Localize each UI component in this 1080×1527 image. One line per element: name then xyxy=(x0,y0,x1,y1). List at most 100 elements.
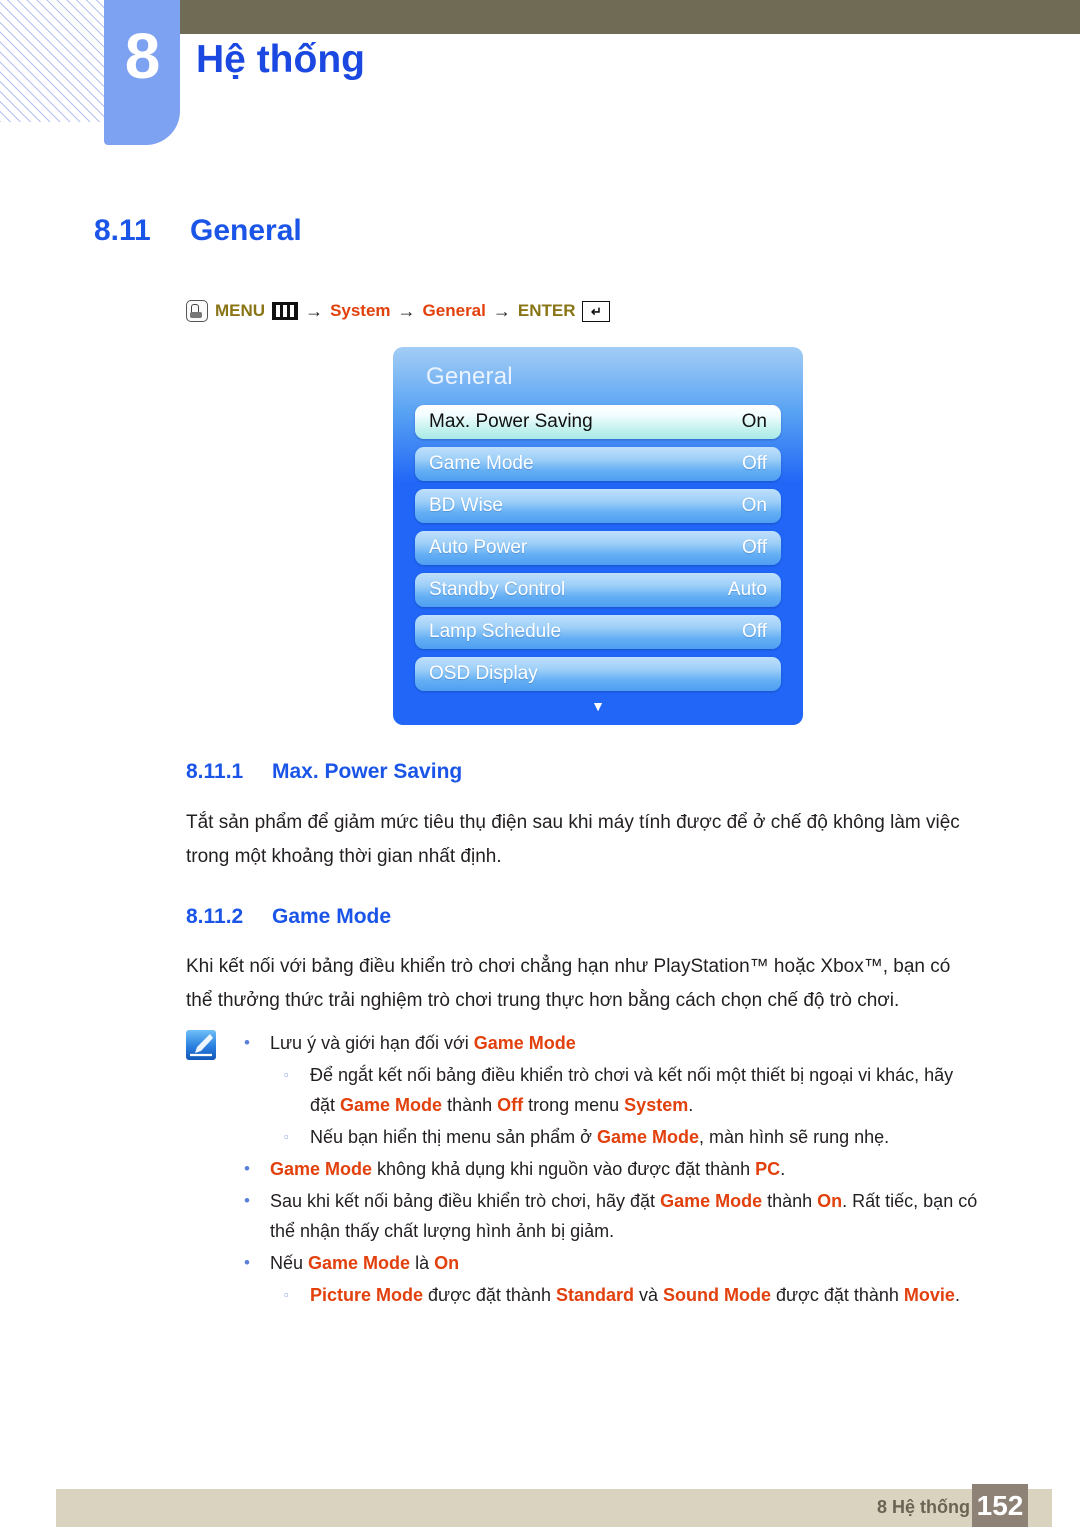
note-bullet-text: Game Mode không khả dụng khi nguồn vào đ… xyxy=(270,1154,980,1184)
chapter-title: Hệ thống xyxy=(196,38,365,81)
osd-scroll-down-icon[interactable]: ▼ xyxy=(393,699,803,713)
plain-text: . xyxy=(780,1159,786,1179)
subsection-title-2: Game Mode xyxy=(272,905,392,928)
osd-item-value: Off xyxy=(742,537,767,558)
osd-item-value: Auto xyxy=(727,579,767,600)
plain-text: được đặt thành xyxy=(423,1285,556,1305)
page-header: 8 Hệ thống xyxy=(0,0,1080,160)
osd-item-label: Game Mode xyxy=(429,453,534,474)
note-sub-list: ▫ Để ngắt kết nối bảng điều khiển trò chơ… xyxy=(280,1060,980,1152)
osd-item-max-power-saving[interactable]: Max. Power Saving On xyxy=(415,405,781,439)
breadcrumb-arrow-1: → xyxy=(305,300,324,321)
highlighted-term: On xyxy=(817,1191,843,1211)
plain-text: là xyxy=(410,1253,435,1273)
highlighted-term: Sound Mode xyxy=(663,1285,771,1305)
bullet-marker-icon: ▫ xyxy=(284,1067,289,1082)
plain-text: Lưu ý và giới hạn đối với xyxy=(270,1033,474,1053)
plain-text: thành xyxy=(442,1095,498,1115)
osd-item-label: Max. Power Saving xyxy=(429,411,593,432)
osd-item-label: BD Wise xyxy=(429,495,503,516)
plain-text: được đặt thành xyxy=(770,1285,904,1305)
breadcrumb-arrow-2: → xyxy=(397,300,416,321)
menu-bars-icon xyxy=(272,302,299,320)
plain-text: Sau khi kết nối bảng điều khiển trò chơi… xyxy=(270,1191,661,1211)
breadcrumb-system-label: System xyxy=(330,301,391,320)
highlighted-term: Off xyxy=(497,1095,524,1115)
footer-page-number: 152 xyxy=(972,1484,1028,1527)
note-sub-bullet: ▫ Picture Mode được đặt thành Standard và… xyxy=(280,1280,980,1310)
plain-text: Nếu bạn hiển thị menu sản phẩm ở xyxy=(310,1127,597,1147)
osd-panel: General Max. Power Saving On Game Mode Off B… xyxy=(393,347,803,725)
section-heading: 8.11 General xyxy=(94,214,302,248)
bullet-marker-icon: • xyxy=(244,1159,250,1178)
bullet-marker-icon: ▫ xyxy=(284,1129,289,1144)
note-bullet-text: Picture Mode được đặt thành Standard và … xyxy=(310,1280,980,1310)
highlighted-term: Game Mode xyxy=(660,1191,763,1211)
note-bullet-text: Nếu Game Mode là On xyxy=(270,1248,980,1278)
highlighted-term: Picture Mode xyxy=(310,1285,424,1305)
highlighted-term: On xyxy=(434,1253,460,1273)
osd-item-label: Standby Control xyxy=(429,579,566,600)
osd-item-value: On xyxy=(741,495,767,516)
subsection-heading-1: 8.11.1 Max. Power Saving xyxy=(186,760,462,784)
plain-text: thành xyxy=(762,1191,818,1211)
bullet-marker-icon: ▫ xyxy=(284,1287,289,1302)
osd-item-label: Auto Power xyxy=(429,537,528,558)
osd-item-auto-power[interactable]: Auto Power Off xyxy=(415,531,781,565)
osd-item-osd-display[interactable]: OSD Display xyxy=(415,657,781,691)
subsection-heading-2: 8.11.2 Game Mode xyxy=(186,905,391,929)
subsection-title-1: Max. Power Saving xyxy=(272,760,463,783)
section-number: 8.11 xyxy=(94,214,151,247)
highlighted-term: System xyxy=(624,1095,689,1115)
osd-item-bd-wise[interactable]: BD Wise On xyxy=(415,489,781,523)
breadcrumb-menu-label: MENU xyxy=(215,301,266,320)
bullet-marker-icon: • xyxy=(244,1191,250,1210)
highlighted-term: Game Mode xyxy=(270,1159,373,1179)
osd-item-label: Lamp Schedule xyxy=(429,621,562,642)
note-bullet-list: • Lưu ý và giới hạn đối với Game Mode ▫ Để … xyxy=(240,1028,980,1312)
note-bullet-text: Lưu ý và giới hạn đối với Game Mode xyxy=(270,1028,980,1058)
subsection-paragraph-1: Tắt sản phẩm để giảm mức tiêu thụ điện s… xyxy=(186,812,960,867)
plain-text: không khả dụng khi nguồn vào được đặt th… xyxy=(372,1159,756,1179)
bullet-marker-icon: • xyxy=(244,1033,250,1052)
osd-item-lamp-schedule[interactable]: Lamp Schedule Off xyxy=(415,615,781,649)
breadcrumb-enter-label: ENTER xyxy=(517,301,576,320)
plain-text: , màn hình sẽ rung nhẹ. xyxy=(699,1127,890,1147)
note-bullet: • Game Mode không khả dụng khi nguồn vào … xyxy=(240,1154,980,1184)
plain-text: . xyxy=(954,1285,960,1305)
osd-item-standby-control[interactable]: Standby Control Auto xyxy=(415,573,781,607)
osd-item-game-mode[interactable]: Game Mode Off xyxy=(415,447,781,481)
footer-label: 8 Hệ thống xyxy=(877,1497,970,1517)
note-bullet: • Lưu ý và giới hạn đối với Game Mode xyxy=(240,1028,980,1058)
osd-title: General xyxy=(426,363,513,390)
osd-item-value: On xyxy=(741,411,767,432)
highlighted-term: PC xyxy=(755,1159,781,1179)
breadcrumb: MENU → System → General → ENTER ↵ xyxy=(186,300,611,322)
breadcrumb-general-label: General xyxy=(422,301,486,320)
subsection-number-2: 8.11.2 xyxy=(186,905,244,928)
plain-text: . xyxy=(688,1095,694,1115)
osd-menu-list: Max. Power Saving On Game Mode Off BD Wise On… xyxy=(415,405,781,699)
note-bullet-text: Nếu bạn hiển thị menu sản phẩm ở Game Mo… xyxy=(310,1122,980,1152)
note-bullet: • Nếu Game Mode là On xyxy=(240,1248,980,1278)
chapter-number: 8 xyxy=(124,20,161,92)
subsection-number-1: 8.11.1 xyxy=(186,760,244,783)
plain-text: Nếu xyxy=(270,1253,309,1273)
breadcrumb-arrow-3: → xyxy=(492,300,511,321)
note-sub-bullet: ▫ Để ngắt kết nối bảng điều khiển trò chơ… xyxy=(280,1060,980,1120)
highlighted-term: Game Mode xyxy=(340,1095,443,1115)
highlighted-term: Game Mode xyxy=(473,1033,576,1053)
osd-item-value: Off xyxy=(742,453,767,474)
osd-item-value: Off xyxy=(742,621,767,642)
enter-key-icon: ↵ xyxy=(582,300,611,322)
highlighted-term: Movie xyxy=(903,1285,955,1305)
chapter-tab: 8 xyxy=(104,0,180,145)
highlighted-term: Standard xyxy=(555,1285,634,1305)
bullet-marker-icon: • xyxy=(244,1253,250,1272)
note-pencil-icon xyxy=(186,1030,216,1060)
note-bullet-text: Sau khi kết nối bảng điều khiển trò chơi… xyxy=(270,1186,980,1246)
highlighted-term: Game Mode xyxy=(596,1127,700,1147)
note-sub-bullet: ▫ Nếu bạn hiển thị menu sản phẩm ở Game M… xyxy=(280,1122,980,1152)
subsection-paragraph-2: Khi kết nối với bảng điều khiển trò chơi… xyxy=(186,956,951,1011)
note-sub-list: ▫ Picture Mode được đặt thành Standard và… xyxy=(280,1280,980,1310)
